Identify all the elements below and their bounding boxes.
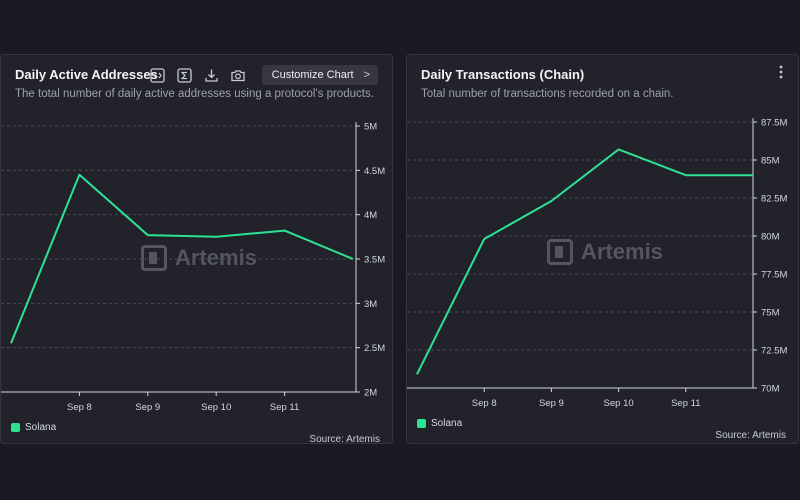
y-tick-label: 77.5M: [761, 270, 787, 281]
source-note: Source: Artemis: [715, 430, 786, 441]
legend-label-solana: Solana: [431, 418, 463, 429]
y-tick-label: 85M: [761, 156, 780, 167]
legend-swatch-solana: [11, 423, 20, 432]
x-tick-label: Sep 10: [604, 398, 634, 409]
y-tick-label: 3.5M: [364, 255, 385, 266]
daily-active-addresses-chart: 5M 4.5M 4M 3.5M 3M 2.5M 2M Sep 8 Sep 9 Sep 10 Sep …: [1, 122, 385, 413]
daily-transactions-chart: 87.5M 85M 82.5M 80M 77.5M 75M 72.5M 70M Sep 8 Sep…: [407, 118, 787, 409]
x-tick-label: Sep 8: [472, 398, 497, 409]
y-tick-label: 4.5M: [364, 166, 385, 177]
y-tick-label: 5M: [364, 122, 377, 133]
y-tick-label: 82.5M: [761, 194, 787, 205]
legend-label-solana: Solana: [25, 422, 57, 433]
chart-legend[interactable]: Solana: [11, 422, 56, 433]
chart-panel-daily-transactions: Daily Transactions (Chain) Total number …: [406, 54, 799, 444]
source-note: Source: Artemis: [309, 434, 380, 444]
y-tick-label: 4M: [364, 210, 377, 221]
x-tick-label: Sep 10: [201, 402, 231, 413]
y-tick-label: 87.5M: [761, 118, 787, 129]
series-line-solana: [416, 148, 753, 375]
x-tick-label: Sep 11: [671, 398, 700, 409]
x-tick-label: Sep 11: [270, 402, 299, 413]
legend-swatch-solana: [417, 419, 426, 428]
x-tick-label: Sep 8: [67, 402, 92, 413]
y-tick-label: 2M: [364, 388, 377, 399]
y-tick-label: 70M: [761, 384, 780, 395]
y-tick-label: 80M: [761, 232, 780, 243]
y-tick-label: 2.5M: [364, 343, 385, 354]
chart-panel-daily-active-addresses: Daily Active Addresses The total number …: [0, 54, 393, 444]
y-tick-label: 3M: [364, 299, 377, 310]
y-tick-label: 75M: [761, 308, 780, 319]
y-tick-label: 72.5M: [761, 346, 787, 357]
x-tick-label: Sep 9: [539, 398, 564, 409]
x-tick-label: Sep 9: [135, 402, 160, 413]
chart-legend[interactable]: Solana: [417, 418, 462, 429]
